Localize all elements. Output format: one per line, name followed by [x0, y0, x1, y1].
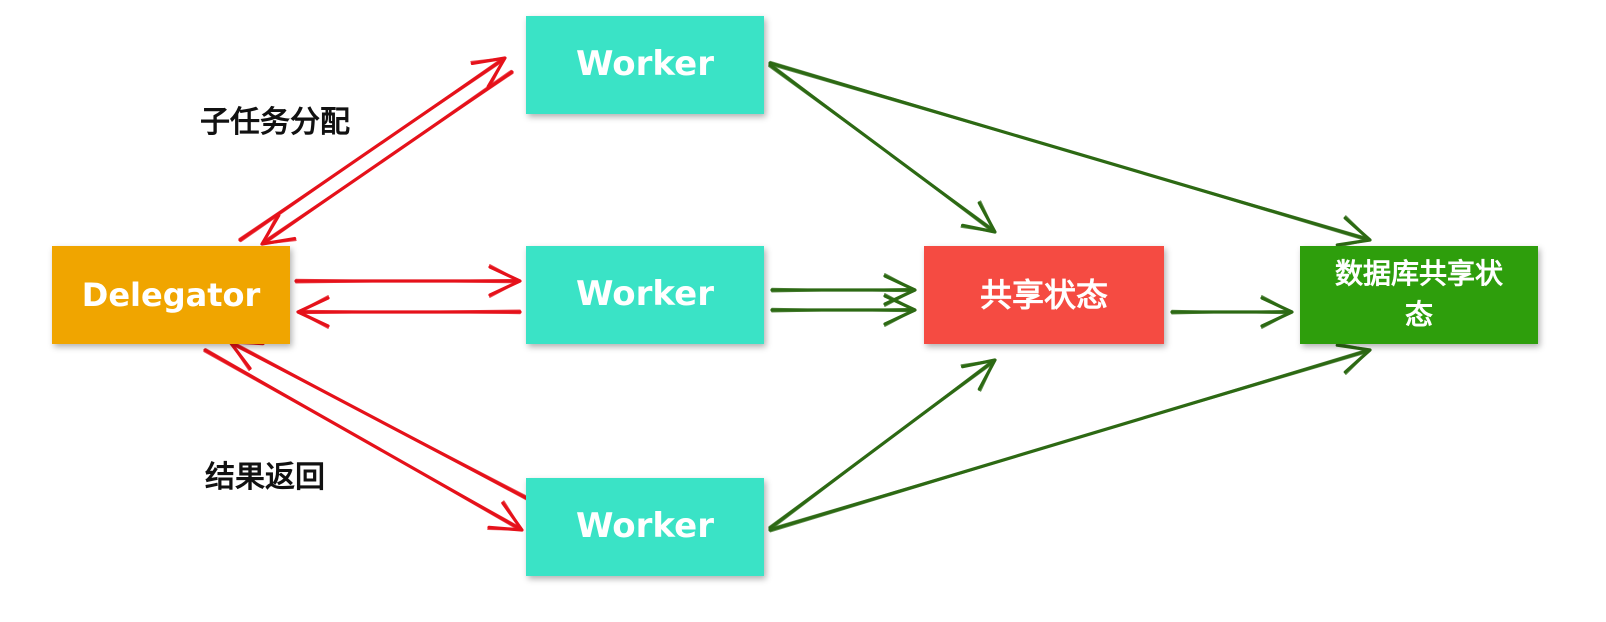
worker-top-to-db-shared-state-arrow-1 [768, 60, 1372, 248]
subtask-assign-label: 子任务分配 [200, 105, 350, 140]
worker-bottom-to-db-shared-state-arrow-1 [768, 342, 1372, 533]
worker-bottom-label: Worker [576, 506, 714, 547]
edge-layer [203, 56, 1372, 533]
delegator-to-worker-bottom-arrow-1 [203, 347, 524, 532]
shared-state-node[interactable]: 共享状态 [924, 246, 1164, 344]
worker-node-middle[interactable]: Worker [526, 246, 764, 344]
worker-bottom-to-shared-state-arrow-1 [768, 358, 997, 531]
worker-node-bottom[interactable]: Worker [526, 478, 764, 576]
worker-top-label: Worker [576, 44, 714, 85]
delegator-to-worker-mid-arrow-1 [294, 264, 522, 298]
db-shared-state-label: 数据库共享状态 [1334, 257, 1503, 331]
delegator-to-worker-top-arrow-1 [238, 56, 507, 243]
shared-state-to-db-shared-state-arrow-1 [1170, 295, 1294, 329]
worker-mid-to-shared-state-arrow-2 [770, 293, 917, 327]
shared-state-label: 共享状态 [979, 275, 1108, 314]
worker-node-top[interactable]: Worker [526, 16, 764, 114]
worker-top-to-shared-state-arrow-1 [768, 63, 997, 234]
worker-middle-label: Worker [576, 274, 714, 315]
db-shared-state-node[interactable]: 数据库共享状态 [1300, 246, 1538, 344]
delegator-node[interactable]: Delegator [52, 246, 290, 344]
result-return-label: 结果返回 [205, 460, 325, 495]
delegator-label: Delegator [81, 275, 261, 314]
delegator-to-worker-mid-arrow-2 [296, 295, 522, 329]
